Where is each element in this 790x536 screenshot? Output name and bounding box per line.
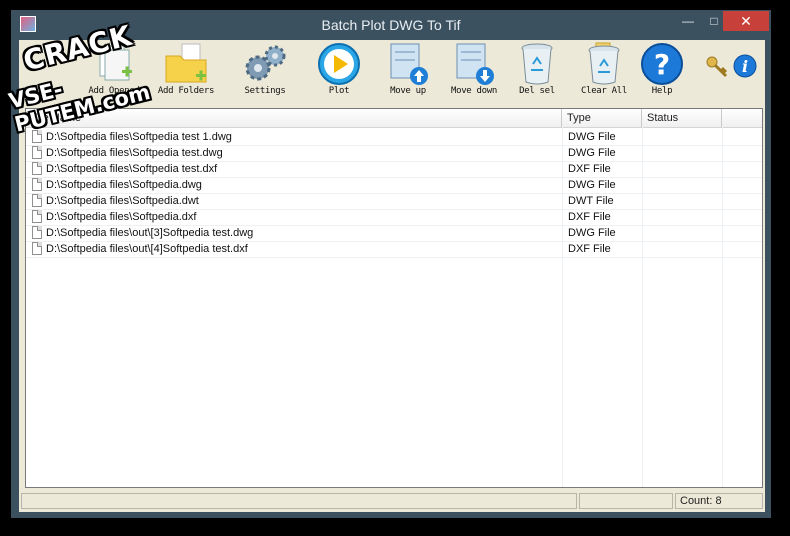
close-button[interactable]: ✕ <box>723 11 769 31</box>
svg-text:i: i <box>742 57 748 76</box>
add-folders-button[interactable]: Add Folders <box>151 40 221 102</box>
table-row[interactable]: D:\Softpedia files\Softpedia.dwg DWG Fil… <box>26 177 762 194</box>
column-type[interactable]: Type <box>562 109 642 127</box>
toolbar: Add Opened Add Folders Settings Plot Mov… <box>19 40 765 102</box>
file-type-cell: DWT File <box>568 195 614 207</box>
move-down-icon <box>451 42 497 91</box>
clear-all-button[interactable]: Clear All <box>571 40 637 102</box>
recycle-bin-icon <box>517 42 557 91</box>
key-icon[interactable] <box>705 55 729 84</box>
add-folders-label: Add Folders <box>157 86 215 96</box>
file-name-cell: D:\Softpedia files\Softpedia test.dwg <box>46 147 223 159</box>
window-title: Batch Plot DWG To Tif <box>321 17 461 33</box>
file-icon <box>32 194 42 207</box>
column-file-name[interactable]: File Name <box>26 109 562 127</box>
help-label: Help <box>651 86 673 96</box>
move-up-button[interactable]: Move up <box>375 40 441 102</box>
title-bar[interactable]: Batch Plot DWG To Tif — □ ✕ <box>11 10 771 40</box>
status-pane-progress <box>579 493 673 509</box>
table-row[interactable]: D:\Softpedia files\out\[3]Softpedia test… <box>26 225 762 242</box>
file-icon <box>32 178 42 191</box>
file-name-cell: D:\Softpedia files\Softpedia test.dxf <box>46 163 218 175</box>
add-folder-icon <box>162 42 210 89</box>
settings-button[interactable]: Settings <box>237 40 293 102</box>
app-window: Batch Plot DWG To Tif — □ ✕ Add Opened A… <box>11 10 771 518</box>
move-up-label: Move up <box>390 86 426 96</box>
move-down-label: Move down <box>450 86 498 96</box>
plot-label: Plot <box>328 86 350 96</box>
clear-all-label: Clear All <box>580 86 628 96</box>
file-type-cell: DWG File <box>568 179 616 191</box>
file-name-cell: D:\Softpedia files\out\[4]Softpedia test… <box>46 243 248 255</box>
status-pane-count: Count: 8 <box>675 493 763 509</box>
file-name-cell: D:\Softpedia files\Softpedia test 1.dwg <box>46 131 232 143</box>
count-value: 8 <box>715 495 722 507</box>
svg-text:?: ? <box>654 48 670 81</box>
table-row[interactable]: D:\Softpedia files\Softpedia test 1.dwg … <box>26 129 762 146</box>
table-row[interactable]: D:\Softpedia files\Softpedia.dxf DXF Fil… <box>26 209 762 226</box>
file-list[interactable]: File Name Type Status D:\Softpedia files… <box>25 108 763 488</box>
gears-icon <box>241 42 289 89</box>
file-icon <box>32 146 42 159</box>
file-icon <box>32 210 42 223</box>
settings-label: Settings <box>244 86 286 96</box>
client-area: Add Opened Add Folders Settings Plot Mov… <box>19 40 765 512</box>
move-up-icon <box>385 42 431 91</box>
file-icon <box>32 242 42 255</box>
delete-selected-button[interactable]: Del sel <box>509 40 565 102</box>
file-type-cell: DXF File <box>568 243 611 255</box>
count-label: Count: <box>680 495 713 507</box>
file-type-cell: DXF File <box>568 163 611 175</box>
file-name-cell: D:\Softpedia files\out\[3]Softpedia test… <box>46 227 254 239</box>
help-icon: ? <box>640 42 684 91</box>
table-row[interactable]: D:\Softpedia files\Softpedia test.dxf DX… <box>26 161 762 178</box>
help-button[interactable]: ? Help <box>639 40 685 102</box>
file-icon <box>32 162 42 175</box>
status-bar: Count: 8 <box>19 492 765 512</box>
plot-button[interactable]: Plot <box>309 40 369 102</box>
file-icon <box>32 130 42 143</box>
move-down-button[interactable]: Move down <box>439 40 509 102</box>
column-status[interactable]: Status <box>642 109 722 127</box>
play-icon <box>317 42 361 91</box>
add-files-icon <box>92 42 136 89</box>
table-row[interactable]: D:\Softpedia files\out\[4]Softpedia test… <box>26 241 762 258</box>
add-opened-button[interactable]: Add Opened <box>81 40 147 102</box>
file-icon <box>32 226 42 239</box>
file-name-cell: D:\Softpedia files\Softpedia.dxf <box>46 211 197 223</box>
status-pane-main <box>21 493 577 509</box>
file-type-cell: DWG File <box>568 147 616 159</box>
file-type-cell: DWG File <box>568 227 616 239</box>
list-header: File Name Type Status <box>26 109 762 128</box>
file-name-cell: D:\Softpedia files\Softpedia.dwg <box>46 179 202 191</box>
file-type-cell: DXF File <box>568 211 611 223</box>
delete-selected-label: Del sel <box>519 86 555 96</box>
table-row[interactable]: D:\Softpedia files\Softpedia test.dwg DW… <box>26 145 762 162</box>
recycle-bin-full-icon <box>584 42 624 91</box>
table-row[interactable]: D:\Softpedia files\Softpedia.dwt DWT Fil… <box>26 193 762 210</box>
add-opened-label: Add Opened <box>88 86 140 96</box>
info-icon[interactable]: i <box>733 54 757 83</box>
minimize-button[interactable]: — <box>675 11 701 31</box>
file-name-cell: D:\Softpedia files\Softpedia.dwt <box>46 195 199 207</box>
file-type-cell: DWG File <box>568 131 616 143</box>
